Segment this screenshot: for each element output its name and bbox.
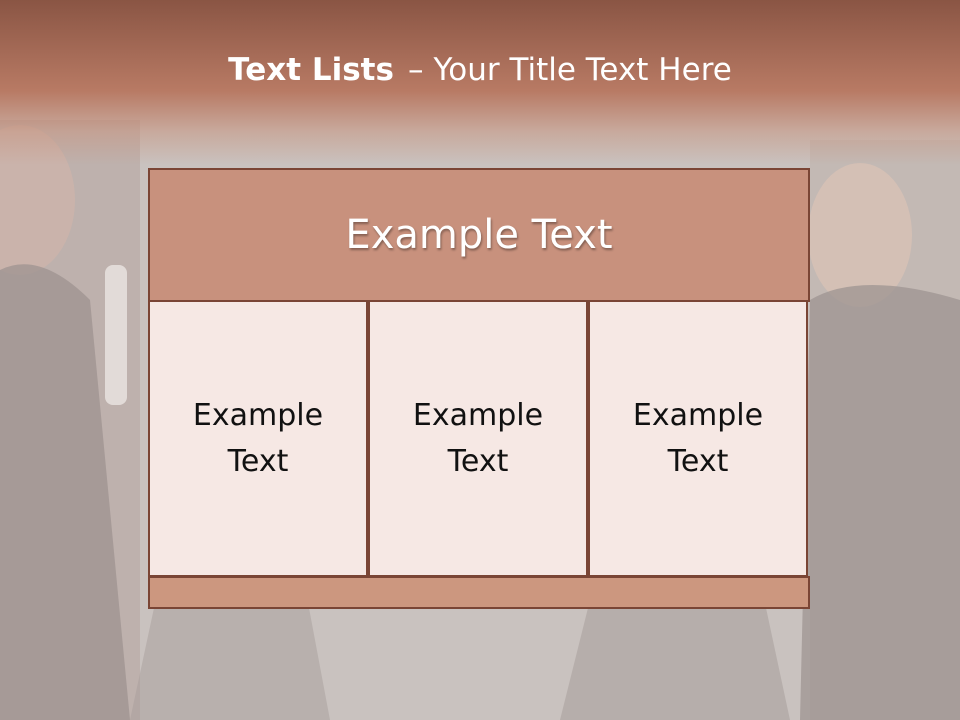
- diagram-column-2: Example Text: [368, 300, 588, 577]
- slide-title: Text Lists – Your Title Text Here: [0, 52, 960, 88]
- column-1-line-2: Text: [227, 443, 289, 479]
- diagram-column-3: Example Text: [588, 300, 808, 577]
- column-2-line-2: Text: [447, 443, 509, 479]
- column-2-line-1: Example: [412, 397, 544, 433]
- column-3-line-2: Text: [667, 443, 729, 479]
- diagram-header-text: Example Text: [345, 212, 613, 258]
- title-dash: –: [407, 52, 424, 88]
- column-3-text: Example Text: [613, 393, 783, 485]
- diagram-column-1: Example Text: [148, 300, 368, 577]
- slide: Text Lists – Your Title Text Here Example …: [0, 0, 960, 720]
- text-list-diagram: Example Text Example Text Example Text Exa…: [148, 168, 810, 609]
- diagram-header-box: Example Text: [148, 168, 810, 302]
- column-1-text: Example Text: [173, 393, 343, 485]
- diagram-footer-bar: [148, 576, 810, 609]
- column-2-text: Example Text: [393, 393, 563, 485]
- title-bold-part: Text Lists: [228, 52, 394, 88]
- title-rest-part: Your Title Text Here: [433, 52, 732, 88]
- column-1-line-1: Example: [192, 397, 324, 433]
- column-3-line-1: Example: [632, 397, 764, 433]
